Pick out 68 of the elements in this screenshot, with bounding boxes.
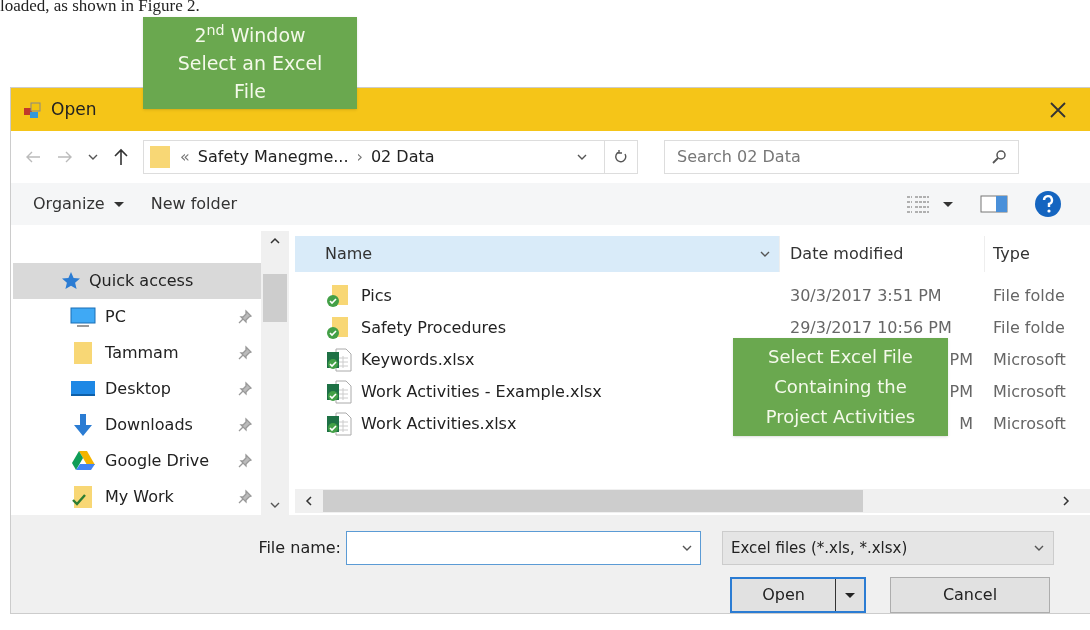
pin-icon[interactable] [237, 345, 253, 361]
search-icon[interactable] [991, 148, 1007, 165]
monitor-icon [69, 305, 97, 329]
date-modified: M [959, 413, 973, 435]
file-type-dropdown[interactable]: Excel files (*.xls, *.xlsx) [722, 531, 1054, 565]
horizontal-scrollbar[interactable] [295, 489, 1090, 513]
callout-label: Select Excel File Containing the Project Activities [733, 338, 948, 436]
dialog-button[interactable]: Cancel [890, 577, 1050, 613]
scroll-left-icon[interactable] [303, 495, 315, 507]
toolbar-button[interactable]: New folder [150, 191, 238, 216]
document-text: loaded, as shown in Figure 2. [0, 0, 200, 15]
callout-label: 2$^{nd}$ Window Select an Excel File [143, 17, 357, 109]
path-separator: › [356, 145, 363, 168]
file-type: Microsoft [992, 349, 1066, 371]
pin-icon[interactable] [237, 309, 253, 325]
file-name-field[interactable] [346, 531, 701, 565]
toolbar-button[interactable]: Organize [33, 191, 125, 216]
file-name[interactable]: Pics [361, 284, 392, 308]
nav-pane-item[interactable]: Desktop [13, 371, 261, 407]
folder-icon [148, 144, 172, 169]
file-name-label: File name: [257, 537, 341, 559]
path-separator: « [180, 145, 190, 168]
star-icon [61, 271, 81, 291]
file-type: Microsoft [992, 413, 1066, 435]
app-icon [23, 99, 43, 120]
dialog-button[interactable]: Open [730, 577, 866, 613]
pin-icon[interactable] [237, 489, 253, 505]
spreadsheet-file-icon [325, 348, 353, 372]
file-name[interactable]: Keywords.xlsx [361, 348, 475, 372]
scroll-right-icon[interactable] [1060, 495, 1072, 507]
nav-pane-item[interactable]: Downloads [13, 407, 261, 443]
date-modified: PM [949, 381, 973, 403]
help-icon[interactable] [1034, 189, 1062, 218]
file-name[interactable]: Work Activities - Example.xlsx [361, 380, 602, 404]
refresh-icon[interactable] [613, 148, 629, 165]
view-options-icon[interactable] [906, 193, 930, 214]
scroll-thumb[interactable] [263, 274, 287, 322]
pin-icon[interactable] [237, 417, 253, 433]
nav-pane-item[interactable]: PC [13, 299, 261, 335]
date-modified: 29/3/2017 10:56 PM [790, 317, 952, 339]
path-segment[interactable]: Safety Manegme... [197, 144, 349, 169]
date-modified: PM [949, 349, 973, 371]
pin-icon[interactable] [237, 381, 253, 397]
window-title: Open [51, 97, 97, 121]
date-modified: 30/3/2017 3:51 PM [790, 285, 942, 307]
search-field[interactable]: Search 02 Data [664, 139, 1019, 174]
file-type: File folde [992, 317, 1065, 339]
column-header[interactable]: Type [985, 236, 1090, 272]
nav-pane-item[interactable]: Google Drive [13, 443, 261, 479]
spreadsheet-file-icon [325, 380, 353, 404]
nav-pane-item[interactable]: My Work [13, 479, 261, 515]
file-type: Microsoft [992, 381, 1066, 403]
path-segment[interactable]: 02 Data [370, 144, 435, 169]
file-name[interactable]: Work Activities.xlsx [361, 412, 517, 436]
scroll-thumb[interactable] [323, 490, 863, 512]
column-header[interactable]: Name [295, 236, 780, 272]
address-bar[interactable]: « Safety Manegme... › 02 Data [143, 139, 638, 174]
column-header[interactable]: Date modified [780, 236, 985, 272]
drive-icon [69, 449, 97, 473]
vertical-scrollbar[interactable] [261, 231, 289, 515]
pin-icon[interactable] [237, 453, 253, 469]
nav-pane-item[interactable]: Tammam [13, 335, 261, 371]
file-name[interactable]: Safety Procedures [361, 316, 506, 340]
spreadsheet-file-icon [325, 412, 353, 436]
close-icon[interactable] [1048, 99, 1068, 120]
file-type: File folde [992, 285, 1065, 307]
nav-pane-item[interactable]: Quick access [13, 263, 261, 299]
preview-pane-icon[interactable] [980, 193, 1008, 214]
